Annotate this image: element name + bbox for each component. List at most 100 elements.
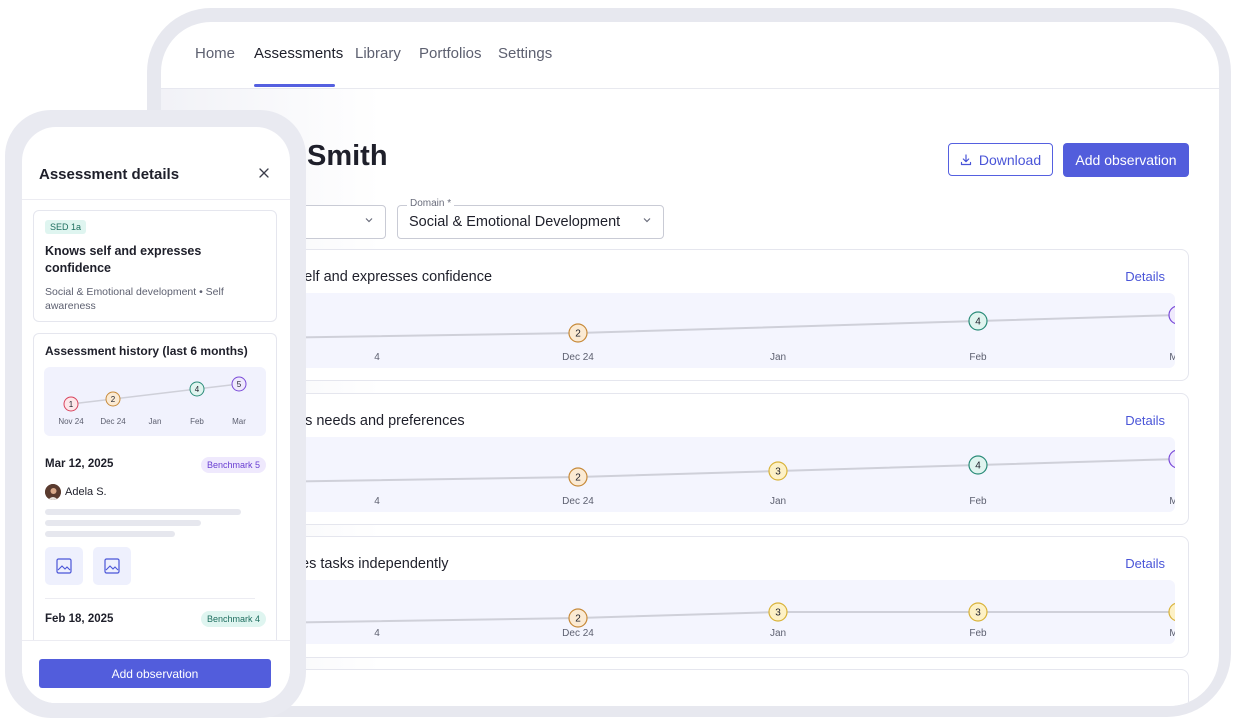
indicator-title: es needs and preferences	[297, 413, 465, 429]
panel-title: Assessment details	[39, 166, 180, 183]
observation-date: Mar 12, 2025	[45, 458, 114, 470]
image-icon	[56, 558, 72, 574]
indicator-title: self and expresses confidence	[297, 269, 493, 285]
close-icon[interactable]	[256, 165, 272, 181]
benchmark-point	[1168, 449, 1175, 469]
download-icon	[960, 153, 971, 165]
indicator-card: self and expresses confidence Details 4 D…	[261, 249, 1189, 381]
benchmark-point	[1168, 305, 1175, 325]
indicator-card	[261, 669, 1189, 706]
progress-chart: 4Dec 24JanFebMar2345	[262, 437, 1175, 512]
progress-chart: 4Dec 24JanFebMar245	[262, 293, 1175, 368]
benchmark-point-label: 5	[237, 380, 242, 389]
progress-chart: 4Dec 24JanFebMar2333	[262, 580, 1175, 644]
x-tick-label: Dec 24	[562, 496, 594, 507]
x-tick-label: Nov 24	[58, 417, 84, 426]
indicator-title: tes tasks independently	[297, 556, 449, 572]
nav-home[interactable]: Home	[195, 45, 235, 62]
tablet-screen: Home Assessments Library Portfolios Sett…	[161, 22, 1219, 706]
progress-chart-svg: 4Dec 24JanFebMar2345	[262, 449, 1175, 507]
benchmark-badge: Benchmark 4	[200, 611, 266, 627]
download-button[interactable]: Download	[948, 143, 1053, 176]
x-tick-label: Jan	[770, 496, 786, 507]
phone-footer: Add observation	[22, 640, 290, 703]
text-skeleton	[45, 509, 241, 515]
indicator-title: Knows self and expresses confidence	[45, 244, 202, 275]
x-tick-label: Dec 24	[562, 628, 594, 639]
benchmark-point-label: 2	[575, 473, 581, 484]
indicator-card: es needs and preferences Details 4 Dec 24…	[261, 393, 1189, 525]
active-tab-indicator	[254, 84, 335, 87]
student-name: Smith	[307, 140, 388, 172]
benchmark-point-label: 3	[975, 608, 981, 619]
image-icon	[104, 558, 120, 574]
benchmark-point-label: 1	[69, 400, 74, 409]
domain-value: Social & Emotional Development	[409, 214, 621, 230]
assessment-details-header: Assessment details	[22, 127, 290, 200]
text-skeleton	[45, 531, 175, 537]
observation-author: Adela S.	[65, 486, 107, 498]
indicator-card: tes tasks independently Details 4 Dec 24 J…	[261, 536, 1189, 658]
benchmark-point-label: 4	[195, 385, 200, 394]
x-tick-label: Jan	[149, 417, 162, 426]
nav-assessments[interactable]: Assessments	[254, 45, 343, 62]
add-observation-button[interactable]: Add observation	[1063, 143, 1189, 177]
history-chart-svg: Nov 24 Dec 24 Jan Feb Mar 1 2 4 5	[58, 376, 247, 426]
trend-line	[262, 314, 1175, 339]
benchmark-point-label: 2	[575, 329, 581, 340]
x-tick-label: Mar	[1169, 352, 1175, 363]
benchmark-point-label: 4	[975, 461, 981, 472]
divider	[45, 598, 255, 599]
benchmark-point-label: 2	[111, 395, 116, 404]
benchmark-point-label: 3	[775, 467, 781, 478]
x-tick-label: Jan	[770, 628, 786, 639]
photo-thumbnail[interactable]	[45, 547, 83, 585]
domain-label: Domain *	[407, 198, 455, 209]
trend-line	[70, 383, 240, 405]
details-link[interactable]: Details	[1125, 413, 1165, 428]
trend-line	[262, 611, 1175, 624]
benchmark-point-label: 2	[575, 614, 581, 625]
x-tick-label: 4	[374, 496, 380, 507]
avatar	[45, 484, 61, 500]
indicator-code-badge: SED 1a	[45, 220, 87, 234]
top-nav: Home Assessments Library Portfolios Sett…	[161, 22, 1219, 89]
history-title: Assessment history (last 6 months)	[45, 344, 248, 358]
progress-chart-svg: 4Dec 24JanFebMar2333	[262, 602, 1175, 639]
x-tick-label: 4	[374, 352, 380, 363]
indicator-subtitle: Social & Emotional development • Self aw…	[45, 286, 224, 312]
x-tick-label: Mar	[232, 417, 246, 426]
x-tick-label: Feb	[190, 417, 204, 426]
x-tick-label: Dec 24	[100, 417, 126, 426]
x-tick-label: Mar	[1169, 496, 1175, 507]
chevron-down-icon	[643, 218, 651, 223]
x-tick-label: Feb	[969, 352, 987, 363]
x-tick-label: 4	[374, 628, 380, 639]
text-skeleton	[45, 520, 201, 526]
details-link[interactable]: Details	[1125, 269, 1165, 284]
benchmark-point-label: 3	[775, 608, 781, 619]
avatar-photo-icon	[45, 484, 61, 500]
download-label: Download	[978, 151, 1042, 168]
x-tick-label: Feb	[969, 496, 987, 507]
details-link[interactable]: Details	[1125, 556, 1165, 571]
indicator-summary-card: SED 1a Knows self and expresses confiden…	[33, 210, 277, 322]
x-tick-label: Mar	[1169, 628, 1175, 639]
x-tick-label: Jan	[770, 352, 786, 363]
chevron-down-icon	[365, 218, 373, 223]
benchmark-badge: Benchmark 5	[200, 457, 266, 473]
add-observation-button[interactable]: Add observation	[39, 659, 271, 688]
nav-settings[interactable]: Settings	[498, 45, 552, 62]
benchmark-point	[1168, 602, 1175, 622]
nav-library[interactable]: Library	[355, 45, 401, 62]
progress-chart-svg: 4Dec 24JanFebMar245	[262, 305, 1175, 363]
x-tick-label: Feb	[969, 628, 987, 639]
observation-date: Feb 18, 2025	[45, 613, 114, 625]
photo-thumbnail[interactable]	[93, 547, 131, 585]
phone-screen: Assessment details SED 1a Knows self and…	[22, 127, 290, 703]
benchmark-point-label: 4	[975, 317, 981, 328]
history-chart: Nov 24 Dec 24 Jan Feb Mar 1 2 4 5	[44, 367, 266, 436]
x-tick-label: Dec 24	[562, 352, 594, 363]
domain-select[interactable]: Domain * Social & Emotional Development	[397, 198, 664, 239]
nav-portfolios[interactable]: Portfolios	[419, 45, 482, 62]
